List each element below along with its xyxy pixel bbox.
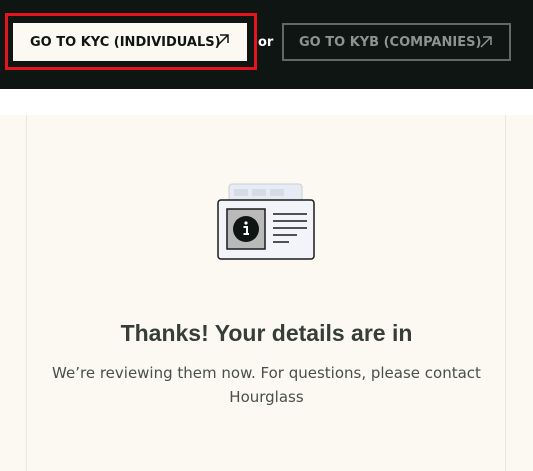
go-to-kyb-button[interactable]: GO TO KYB (COMPANIES) — [282, 23, 511, 61]
arrow-up-right-icon — [480, 36, 492, 48]
kyb-button-label: GO TO KYB (COMPANIES) — [299, 34, 482, 50]
top-bar: GO TO KYC (INDIVIDUALS) or GO TO KYB (CO… — [0, 0, 533, 89]
confirmation-message: We’re reviewing them now. For questions,… — [52, 364, 481, 406]
confirmation-card — [26, 115, 506, 471]
arrow-up-right-icon — [217, 34, 229, 46]
go-to-kyc-button[interactable]: GO TO KYC (INDIVIDUALS) — [13, 23, 247, 61]
id-card-info-icon — [217, 183, 315, 260]
or-separator: or — [258, 35, 274, 50]
kyc-button-label: GO TO KYC (INDIVIDUALS) — [30, 34, 221, 50]
confirmation-title: Thanks! Your details are in — [120, 320, 413, 346]
